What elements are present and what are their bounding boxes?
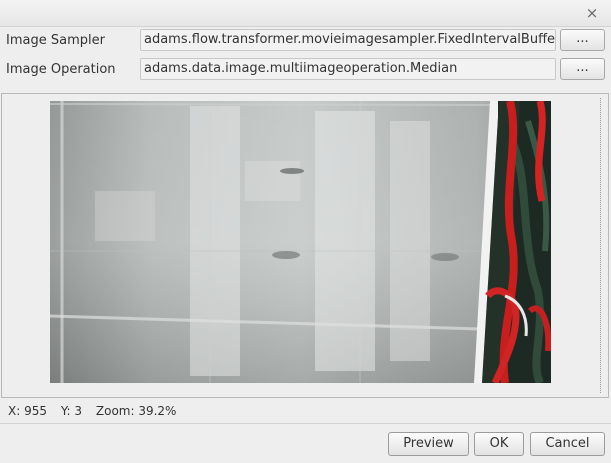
image-sampler-row: Image Sampler adams.flow.transformer.mov… (0, 29, 611, 53)
image-sampler-browse-button[interactable]: ... (560, 29, 605, 51)
title-bar: × (0, 0, 611, 27)
preview-button[interactable]: Preview (388, 432, 469, 456)
image-operation-label: Image Operation (6, 62, 116, 77)
image-sampler-label: Image Sampler (6, 33, 105, 48)
image-sampler-field[interactable]: adams.flow.transformer.movieimagesampler… (140, 29, 556, 51)
y-coordinate: Y: 3 (60, 404, 83, 418)
image-operation-field[interactable]: adams.data.image.multiimageoperation.Med… (140, 58, 556, 80)
x-coordinate: X: 955 (8, 404, 47, 418)
image-operation-row: Image Operation adams.data.image.multiim… (0, 58, 611, 82)
zoom-level: Zoom: 39.2% (95, 404, 177, 418)
image-operation-browse-button[interactable]: ... (560, 58, 605, 80)
divider (0, 423, 611, 424)
preview-image[interactable] (50, 101, 551, 383)
cancel-button[interactable]: Cancel (530, 432, 605, 456)
status-bar: X: 955 Y: 3 Zoom: 39.2% (8, 404, 186, 418)
image-preview-panel[interactable] (1, 93, 609, 398)
ok-button[interactable]: OK (474, 432, 524, 456)
scrollbar-edge (600, 98, 602, 393)
close-icon[interactable]: × (583, 4, 601, 22)
